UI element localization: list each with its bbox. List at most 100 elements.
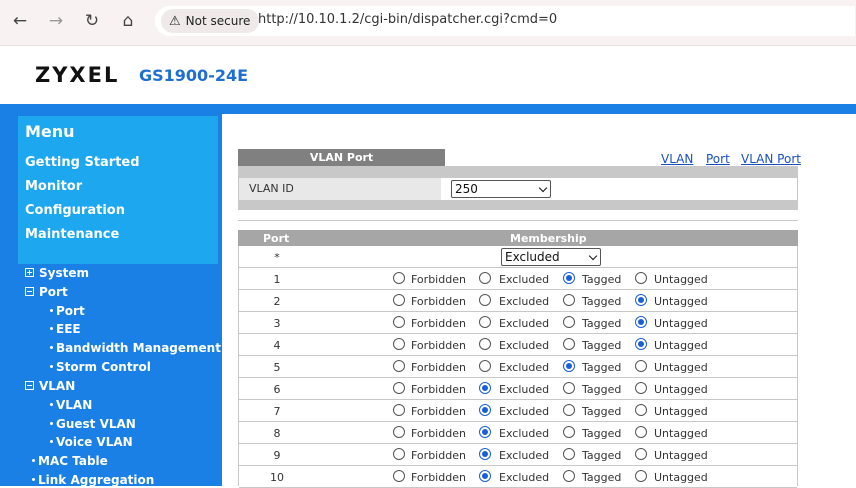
radio-label-tagged: Tagged	[582, 405, 622, 418]
link-vlan[interactable]: VLAN	[661, 152, 693, 166]
radio-label-tagged: Tagged	[582, 361, 622, 374]
radio-tagged[interactable]	[563, 272, 575, 284]
expand-plus-icon[interactable]	[25, 268, 34, 277]
radio-tagged[interactable]	[563, 382, 575, 394]
radio-tagged[interactable]	[563, 294, 575, 306]
tree-port-port[interactable]: Port	[50, 304, 85, 318]
menu-monitor[interactable]: Monitor	[25, 179, 82, 194]
radio-excluded[interactable]	[479, 272, 491, 284]
port-number: 3	[273, 317, 281, 330]
tree-mac-table[interactable]: MAC Table	[32, 454, 108, 468]
tree-port[interactable]: Port	[25, 285, 68, 299]
tree-link-aggregation[interactable]: Link Aggregation	[32, 473, 154, 487]
home-icon[interactable]: ⌂	[117, 10, 139, 32]
radio-untagged[interactable]	[635, 470, 647, 482]
radio-forbidden[interactable]	[393, 448, 405, 460]
link-port[interactable]: Port	[706, 152, 730, 166]
radio-label-untagged: Untagged	[654, 405, 708, 418]
main-content: VLAN Port VLAN Port VLAN Port VLAN ID 25…	[222, 114, 856, 488]
radio-label-excluded: Excluded	[499, 405, 550, 418]
table-row: 2 Forbidden Excluded Tagged Untagged	[239, 290, 797, 312]
radio-excluded[interactable]	[479, 316, 491, 328]
bullet-icon	[50, 327, 53, 330]
radio-forbidden[interactable]	[393, 404, 405, 416]
radio-untagged[interactable]	[635, 338, 647, 350]
radio-excluded[interactable]	[479, 470, 491, 482]
radio-label-excluded: Excluded	[499, 339, 550, 352]
port-number: 1	[273, 273, 281, 286]
radio-label-forbidden: Forbidden	[411, 427, 466, 440]
radio-label-untagged: Untagged	[654, 295, 708, 308]
radio-tagged[interactable]	[563, 338, 575, 350]
all-membership-select[interactable]: Excluded	[501, 248, 601, 266]
radio-untagged[interactable]	[635, 404, 647, 416]
collapse-minus-icon[interactable]	[25, 287, 34, 296]
radio-excluded[interactable]	[479, 426, 491, 438]
tree-system-label: System	[39, 266, 89, 280]
address-bar[interactable]: ⚠ Not secure http://10.10.1.2/cgi-bin/dis…	[155, 6, 855, 36]
radio-tagged[interactable]	[563, 360, 575, 372]
radio-tagged[interactable]	[563, 404, 575, 416]
radio-forbidden[interactable]	[393, 426, 405, 438]
menu-configuration[interactable]: Configuration	[25, 203, 125, 218]
radio-tagged[interactable]	[563, 316, 575, 328]
radio-tagged[interactable]	[563, 426, 575, 438]
tree-system[interactable]: System	[25, 266, 89, 280]
tree-vlan[interactable]: VLAN	[25, 379, 75, 393]
radio-tagged[interactable]	[563, 470, 575, 482]
table-row: 4 Forbidden Excluded Tagged Untagged	[239, 334, 797, 356]
radio-label-tagged: Tagged	[582, 339, 622, 352]
radio-excluded[interactable]	[479, 338, 491, 350]
url-text[interactable]: http://10.10.1.2/cgi-bin/dispatcher.cgi?…	[258, 12, 557, 27]
radio-tagged[interactable]	[563, 448, 575, 460]
model-name: GS1900-24E	[139, 66, 249, 85]
table-row: 8 Forbidden Excluded Tagged Untagged	[239, 422, 797, 444]
menu-maintenance[interactable]: Maintenance	[25, 227, 119, 242]
back-arrow-icon[interactable]: ←	[9, 10, 31, 32]
link-vlan-port[interactable]: VLAN Port	[741, 152, 801, 166]
chevron-down-icon	[588, 251, 598, 261]
forward-arrow-icon[interactable]: →	[45, 10, 67, 32]
radio-untagged[interactable]	[635, 382, 647, 394]
radio-forbidden[interactable]	[393, 470, 405, 482]
vlan-id-select[interactable]: 250	[451, 180, 551, 198]
radio-untagged[interactable]	[635, 448, 647, 460]
radio-excluded[interactable]	[479, 360, 491, 372]
bullet-icon	[50, 422, 53, 425]
radio-untagged[interactable]	[635, 360, 647, 372]
radio-untagged[interactable]	[635, 294, 647, 306]
membership-table: * Excluded 1 Forbidden Excluded Tagged Untag…	[238, 246, 798, 488]
radio-forbidden[interactable]	[393, 316, 405, 328]
radio-forbidden[interactable]	[393, 382, 405, 394]
radio-excluded[interactable]	[479, 294, 491, 306]
tree-port-bandwidth[interactable]: Bandwidth Management	[50, 341, 221, 355]
radio-untagged[interactable]	[635, 316, 647, 328]
tree-port-eee[interactable]: EEE	[50, 322, 81, 336]
radio-label-untagged: Untagged	[654, 273, 708, 286]
menu-getting-started[interactable]: Getting Started	[25, 155, 140, 170]
radio-label-forbidden: Forbidden	[411, 383, 466, 396]
radio-excluded[interactable]	[479, 404, 491, 416]
reload-icon[interactable]: ↻	[81, 10, 103, 32]
radio-label-forbidden: Forbidden	[411, 273, 466, 286]
radio-forbidden[interactable]	[393, 360, 405, 372]
radio-excluded[interactable]	[479, 448, 491, 460]
radio-untagged[interactable]	[635, 272, 647, 284]
radio-forbidden[interactable]	[393, 294, 405, 306]
collapse-minus-icon[interactable]	[25, 381, 34, 390]
radio-forbidden[interactable]	[393, 338, 405, 350]
vlan-id-row: VLAN ID 250	[238, 178, 798, 200]
warning-icon: ⚠	[169, 14, 181, 29]
port-number: 2	[273, 295, 281, 308]
tree-vlan-vlan[interactable]: VLAN	[50, 398, 92, 412]
security-chip[interactable]: ⚠ Not secure	[161, 9, 260, 33]
panel-title: VLAN Port	[238, 149, 445, 166]
tree-port-storm-control[interactable]: Storm Control	[50, 360, 151, 374]
radio-excluded[interactable]	[479, 382, 491, 394]
tree-vlan-guest[interactable]: Guest VLAN	[50, 417, 136, 431]
radio-label-tagged: Tagged	[582, 317, 622, 330]
vlan-id-label: VLAN ID	[239, 178, 441, 200]
tree-vlan-voice[interactable]: Voice VLAN	[50, 435, 133, 449]
radio-untagged[interactable]	[635, 426, 647, 438]
radio-forbidden[interactable]	[393, 272, 405, 284]
